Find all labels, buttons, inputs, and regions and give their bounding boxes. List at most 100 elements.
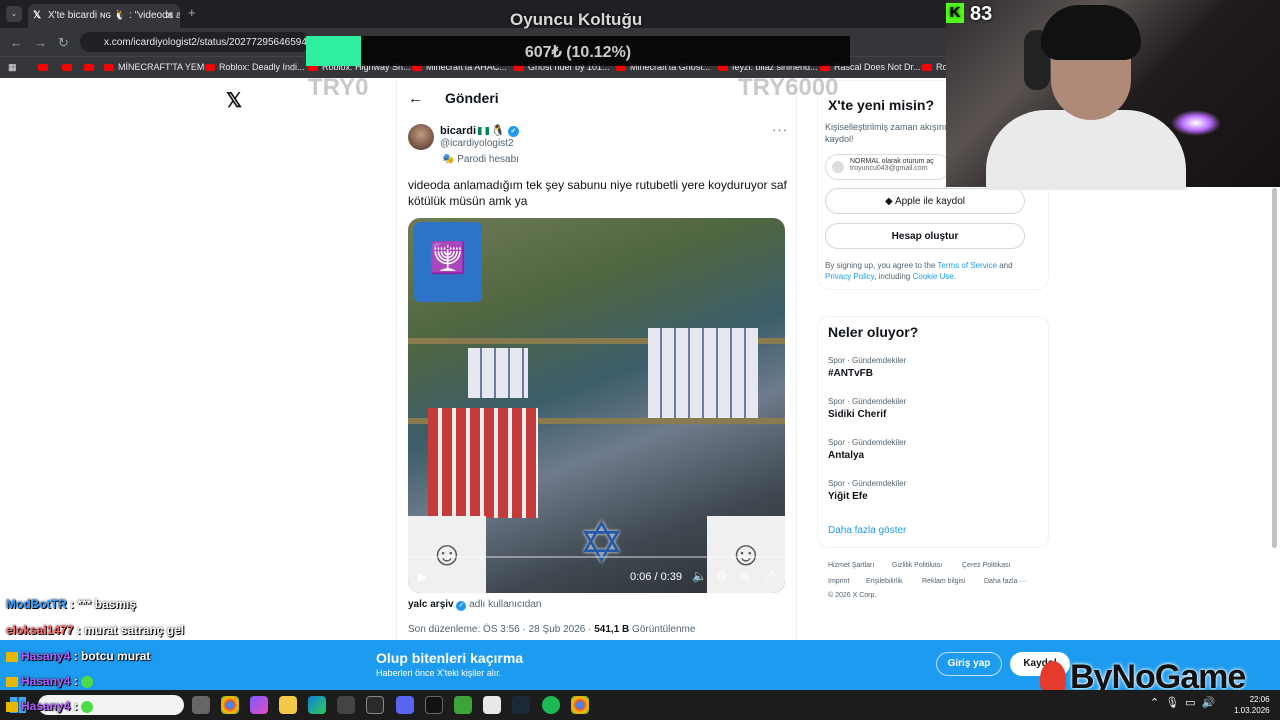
mask-icon: 🎭 bbox=[442, 154, 458, 165]
bookmark-yt-1[interactable] bbox=[38, 62, 52, 72]
apps-grid-icon[interactable]: ▦ bbox=[8, 62, 17, 73]
system-tray[interactable]: ⌃🎙▭🔊 bbox=[1150, 696, 1221, 709]
donation-progress-bar: 607₺ (10.12%) bbox=[306, 36, 850, 66]
post-meta: Son düzenleme: ÖS 3:56 · 28 Şub 2026 · 5… bbox=[408, 624, 696, 635]
terms-text: By signing up, you agree to the Terms of… bbox=[825, 261, 1013, 281]
login-button[interactable]: Giriş yap bbox=[936, 652, 1002, 676]
cookie-link[interactable]: Cookie Use bbox=[912, 272, 953, 281]
fullscreen-icon[interactable]: ⤢ bbox=[764, 569, 774, 584]
banner-subtitle: Haberleri önce X'teki kişiler alır. bbox=[376, 668, 502, 678]
video-player[interactable]: 🕎 ☺ ☺ ✡ ▶ 0:06 / 0:39 🔈 ⚙ ⧉ ⤢ bbox=[408, 218, 785, 593]
crown-badge-icon bbox=[6, 676, 18, 687]
footer-link[interactable]: Daha fazla ··· bbox=[984, 578, 1026, 585]
google-account-icon bbox=[832, 161, 844, 173]
chat-message: eloksal1477 : murat satranç gel bbox=[6, 623, 185, 637]
minecraft-icon[interactable] bbox=[454, 696, 472, 714]
steam-icon[interactable] bbox=[512, 696, 530, 714]
post-handle[interactable]: @icardiyologist2 bbox=[440, 138, 514, 149]
video-source[interactable]: yalc arşiv ✓ adlı kullanıcıdan bbox=[408, 599, 541, 611]
trend-item[interactable]: #ANTvFB bbox=[828, 368, 873, 379]
roblox-icon[interactable] bbox=[483, 696, 501, 714]
bookmark-item[interactable]: Roblox: Deadly Indi... bbox=[205, 62, 305, 72]
file-explorer-icon[interactable] bbox=[279, 696, 297, 714]
trend-category: Spor · Gündemdekiler bbox=[828, 397, 907, 406]
footer-link[interactable]: Gizlilik Politikası bbox=[892, 562, 942, 569]
spotify-icon[interactable] bbox=[542, 696, 560, 714]
verified-badge-icon: ✓ bbox=[507, 125, 519, 137]
terms-link[interactable]: Terms of Service bbox=[937, 261, 997, 270]
star-of-david-icon: ✡ bbox=[578, 511, 625, 574]
task-view-icon[interactable] bbox=[192, 696, 210, 714]
capcut-icon[interactable] bbox=[425, 696, 443, 714]
url-field[interactable]: x.com/icardiyologist2/status/20277295646… bbox=[80, 32, 310, 52]
viewer-count: K 83 bbox=[946, 3, 992, 26]
create-account-button[interactable]: Hesap oluştur bbox=[825, 223, 1025, 249]
bookmark-item[interactable]: MİNECRAFT'TA YEM... bbox=[104, 62, 212, 72]
video-frame-detail bbox=[468, 348, 528, 398]
tab-close-icon[interactable]: ✕ bbox=[165, 9, 174, 22]
new-tab-button[interactable]: + bbox=[188, 5, 196, 20]
pip-icon[interactable]: ⧉ bbox=[740, 569, 749, 584]
privacy-link[interactable]: Privacy Policy bbox=[825, 272, 874, 281]
tab-active[interactable]: 𝕏 X'te bicardi ɴɢ 🐧 : "videoda anl ✕ bbox=[28, 4, 180, 28]
verified-badge-icon: ✓ bbox=[456, 601, 467, 611]
more-options-icon[interactable]: ··· bbox=[772, 122, 788, 137]
page-scrollbar[interactable] bbox=[1272, 188, 1277, 548]
back-arrow-icon[interactable]: ← bbox=[408, 90, 423, 107]
video-seek-bar[interactable] bbox=[408, 556, 785, 558]
obs-icon[interactable] bbox=[366, 696, 384, 714]
trend-item[interactable]: Yiğit Efe bbox=[828, 491, 868, 502]
copyright: © 2026 X Corp. bbox=[828, 592, 877, 599]
tab-search-button[interactable]: ⌄ bbox=[6, 6, 22, 22]
trends-title: Neler oluyor? bbox=[828, 324, 919, 340]
emote-icon bbox=[81, 675, 94, 688]
trend-item[interactable]: Sidiki Cherif bbox=[828, 409, 886, 420]
google-signin-button[interactable]: NORMAL olarak oturum aç troyuncu043@gmai… bbox=[825, 154, 950, 180]
edge-icon[interactable] bbox=[308, 696, 326, 714]
banner-title: Olup bitenleri kaçırma bbox=[376, 650, 524, 666]
chat-username: Hasany4 bbox=[21, 674, 71, 688]
back-nav-icon[interactable]: ← bbox=[10, 35, 23, 50]
copilot-icon[interactable] bbox=[250, 696, 268, 714]
trend-category: Spor · Gündemdekiler bbox=[828, 479, 907, 488]
footer-link[interactable]: Erişilebilirlik bbox=[866, 578, 903, 585]
chat-message: Hasany4 : bbox=[6, 674, 94, 688]
column-divider bbox=[396, 80, 397, 640]
emote-icon bbox=[81, 700, 94, 713]
store-icon[interactable] bbox=[337, 696, 355, 714]
footer-link[interactable]: Çerez Politikası bbox=[962, 562, 1011, 569]
avatar[interactable] bbox=[408, 124, 434, 150]
footer-link[interactable]: Imprint bbox=[828, 578, 849, 585]
video-time: 0:06 / 0:39 bbox=[630, 571, 682, 583]
apple-signup-button[interactable]: ◆ Apple ile kaydol bbox=[825, 188, 1025, 214]
bookmark-yt-3[interactable] bbox=[84, 62, 98, 72]
trend-item[interactable]: Antalya bbox=[828, 450, 864, 461]
chrome-icon[interactable] bbox=[221, 696, 239, 714]
webcam-detail bbox=[986, 110, 1186, 190]
webcam-detail bbox=[1041, 5, 1141, 60]
crown-badge-icon bbox=[6, 701, 18, 712]
footer-link[interactable]: Reklam bilgisi bbox=[922, 578, 965, 585]
chat-message: ModBotTR : *** basmış bbox=[6, 597, 137, 611]
taskbar-clock[interactable]: 22:06 1.03.2026 bbox=[1234, 694, 1270, 716]
footer-link[interactable]: Hizmet Şartları bbox=[828, 562, 874, 569]
apple-icon: ◆ bbox=[885, 196, 895, 207]
chrome-profile-icon[interactable] bbox=[571, 696, 589, 714]
bookmark-yt-2[interactable] bbox=[62, 62, 76, 72]
chat-username: ModBotTR bbox=[6, 597, 67, 611]
video-frame-detail bbox=[428, 408, 538, 518]
chat-message: Hasany4 : botcu murat bbox=[6, 649, 150, 663]
trend-category: Spor · Gündemdekiler bbox=[828, 438, 907, 447]
play-icon[interactable]: ▶ bbox=[418, 570, 427, 584]
settings-gear-icon[interactable]: ⚙ bbox=[716, 569, 727, 583]
discord-icon[interactable] bbox=[396, 696, 414, 714]
bookmark-item[interactable]: Ro bbox=[922, 62, 948, 72]
x-logo-icon[interactable]: 𝕏 bbox=[226, 88, 242, 113]
post-author[interactable]: bicardi 🐧 ✓ bbox=[440, 124, 519, 137]
nigeria-flag-icon bbox=[478, 127, 490, 136]
forward-nav-icon[interactable]: → bbox=[34, 35, 47, 50]
reload-icon[interactable]: ↻ bbox=[58, 35, 69, 51]
webcam-detail bbox=[1171, 110, 1221, 136]
volume-icon[interactable]: 🔈 bbox=[692, 569, 707, 583]
show-more-link[interactable]: Daha fazla göster bbox=[828, 525, 906, 536]
